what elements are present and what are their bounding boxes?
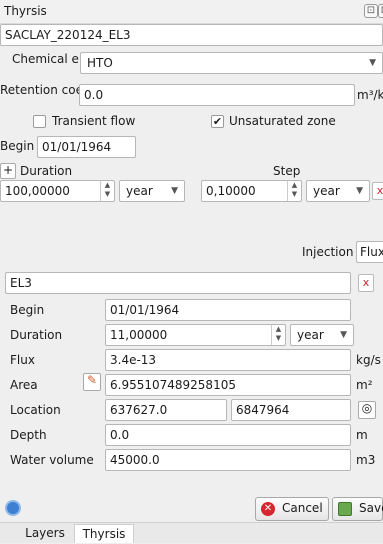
injection-duration-field[interactable]: 11,00000 ▲ ▼ bbox=[105, 324, 286, 346]
injection-duration-unit-value: year bbox=[297, 328, 324, 342]
begin-label: Begin bbox=[0, 139, 35, 153]
chemical-element-label: Chemical element bbox=[12, 52, 121, 66]
injection-duration-value: 11,00000 bbox=[110, 328, 168, 342]
spinner-icon[interactable]: ▲ ▼ bbox=[271, 325, 285, 345]
location-target-icon[interactable]: ◎ bbox=[358, 401, 376, 419]
location-label: Location bbox=[10, 403, 61, 417]
depth-label: Depth bbox=[10, 428, 47, 442]
window-title: Thyrsis bbox=[4, 4, 47, 18]
injection-label: Injection bbox=[302, 245, 354, 259]
flux-label: Flux bbox=[10, 353, 35, 367]
pencil-icon[interactable]: ✎ bbox=[83, 373, 101, 391]
chevron-down-icon: ▼ bbox=[171, 186, 178, 196]
chevron-down-icon: ▼ bbox=[369, 58, 376, 68]
duration-label: Duration bbox=[20, 164, 73, 178]
unsaturated-zone-checkbox[interactable]: ✔ bbox=[211, 115, 224, 128]
spinner-icon[interactable]: ▲ ▼ bbox=[287, 181, 301, 201]
depth-unit: m bbox=[356, 428, 368, 442]
step-unit-value: year bbox=[313, 184, 340, 198]
injection-begin-field[interactable]: 01/01/1964 bbox=[105, 299, 351, 321]
injection-name-field[interactable]: EL3 bbox=[5, 272, 351, 294]
close-icon[interactable]: ⊠ bbox=[378, 4, 383, 18]
depth-field[interactable]: 0.0 bbox=[105, 424, 351, 446]
save-button[interactable]: Save bbox=[332, 497, 383, 521]
simulation-name-field[interactable]: SACLAY_220124_EL3 bbox=[0, 24, 383, 46]
area-unit: m² bbox=[356, 378, 373, 392]
tab-thyrsis[interactable]: Thyrsis bbox=[74, 524, 134, 543]
transient-flow-label: Transient flow bbox=[52, 114, 136, 128]
save-icon bbox=[338, 502, 352, 516]
chemical-element-select[interactable]: HTO ▼ bbox=[80, 52, 383, 74]
cancel-button[interactable]: ✕ Cancel bbox=[255, 497, 329, 521]
injection-type-select[interactable]: Flux bbox=[356, 241, 383, 263]
add-duration-button[interactable]: + bbox=[0, 163, 16, 179]
location-y-field[interactable]: 6847964 bbox=[231, 399, 351, 421]
area-label: Area bbox=[10, 378, 38, 392]
chemical-element-value: HTO bbox=[87, 56, 113, 70]
step-unit-select[interactable]: year ▼ bbox=[306, 180, 370, 202]
cancel-icon: ✕ bbox=[261, 502, 275, 516]
begin-date-field[interactable]: 01/01/1964 bbox=[37, 136, 136, 158]
unsaturated-zone-label: Unsaturated zone bbox=[229, 114, 336, 128]
step-field[interactable]: 0,10000 ▲ ▼ bbox=[201, 180, 302, 202]
remove-step-button[interactable]: x bbox=[372, 182, 383, 200]
flux-field[interactable]: 3.4e-13 bbox=[105, 349, 351, 371]
remove-injection-button[interactable]: x bbox=[358, 274, 374, 292]
cancel-label: Cancel bbox=[282, 501, 323, 515]
settings-icon[interactable] bbox=[5, 500, 21, 516]
tab-layers[interactable]: Layers bbox=[16, 524, 74, 543]
step-label: Step bbox=[273, 164, 301, 178]
injection-duration-label: Duration bbox=[10, 328, 63, 342]
injection-duration-unit-select[interactable]: year ▼ bbox=[290, 324, 354, 346]
step-value: 0,10000 bbox=[206, 184, 256, 198]
duration-value: 100,00000 bbox=[5, 184, 70, 198]
retention-coefficient-label: Retention coefficient bbox=[0, 83, 125, 97]
chevron-down-icon: ▼ bbox=[356, 186, 363, 196]
duration-unit-value: year bbox=[126, 184, 153, 198]
flux-unit: kg/s bbox=[356, 353, 381, 367]
title-bar bbox=[0, 0, 383, 24]
float-icon[interactable]: ⊡ bbox=[364, 4, 378, 18]
injection-type-value: Flux bbox=[360, 245, 383, 259]
area-field[interactable]: 6.955107489258105 bbox=[105, 374, 351, 396]
water-volume-unit: m3 bbox=[356, 453, 376, 467]
transient-flow-checkbox[interactable] bbox=[33, 115, 46, 128]
location-x-field[interactable]: 637627.0 bbox=[105, 399, 227, 421]
duration-field[interactable]: 100,00000 ▲ ▼ bbox=[0, 180, 115, 202]
retention-unit: m³/kg bbox=[357, 88, 383, 102]
water-volume-label: Water volume bbox=[10, 453, 94, 467]
injection-begin-label: Begin bbox=[10, 303, 45, 317]
retention-coefficient-field[interactable]: 0.0 bbox=[79, 84, 355, 106]
duration-unit-select[interactable]: year ▼ bbox=[119, 180, 185, 202]
spinner-icon[interactable]: ▲ ▼ bbox=[100, 181, 114, 201]
save-label: Save bbox=[359, 501, 383, 515]
water-volume-field[interactable]: 45000.0 bbox=[105, 449, 351, 471]
chevron-down-icon: ▼ bbox=[340, 330, 347, 340]
